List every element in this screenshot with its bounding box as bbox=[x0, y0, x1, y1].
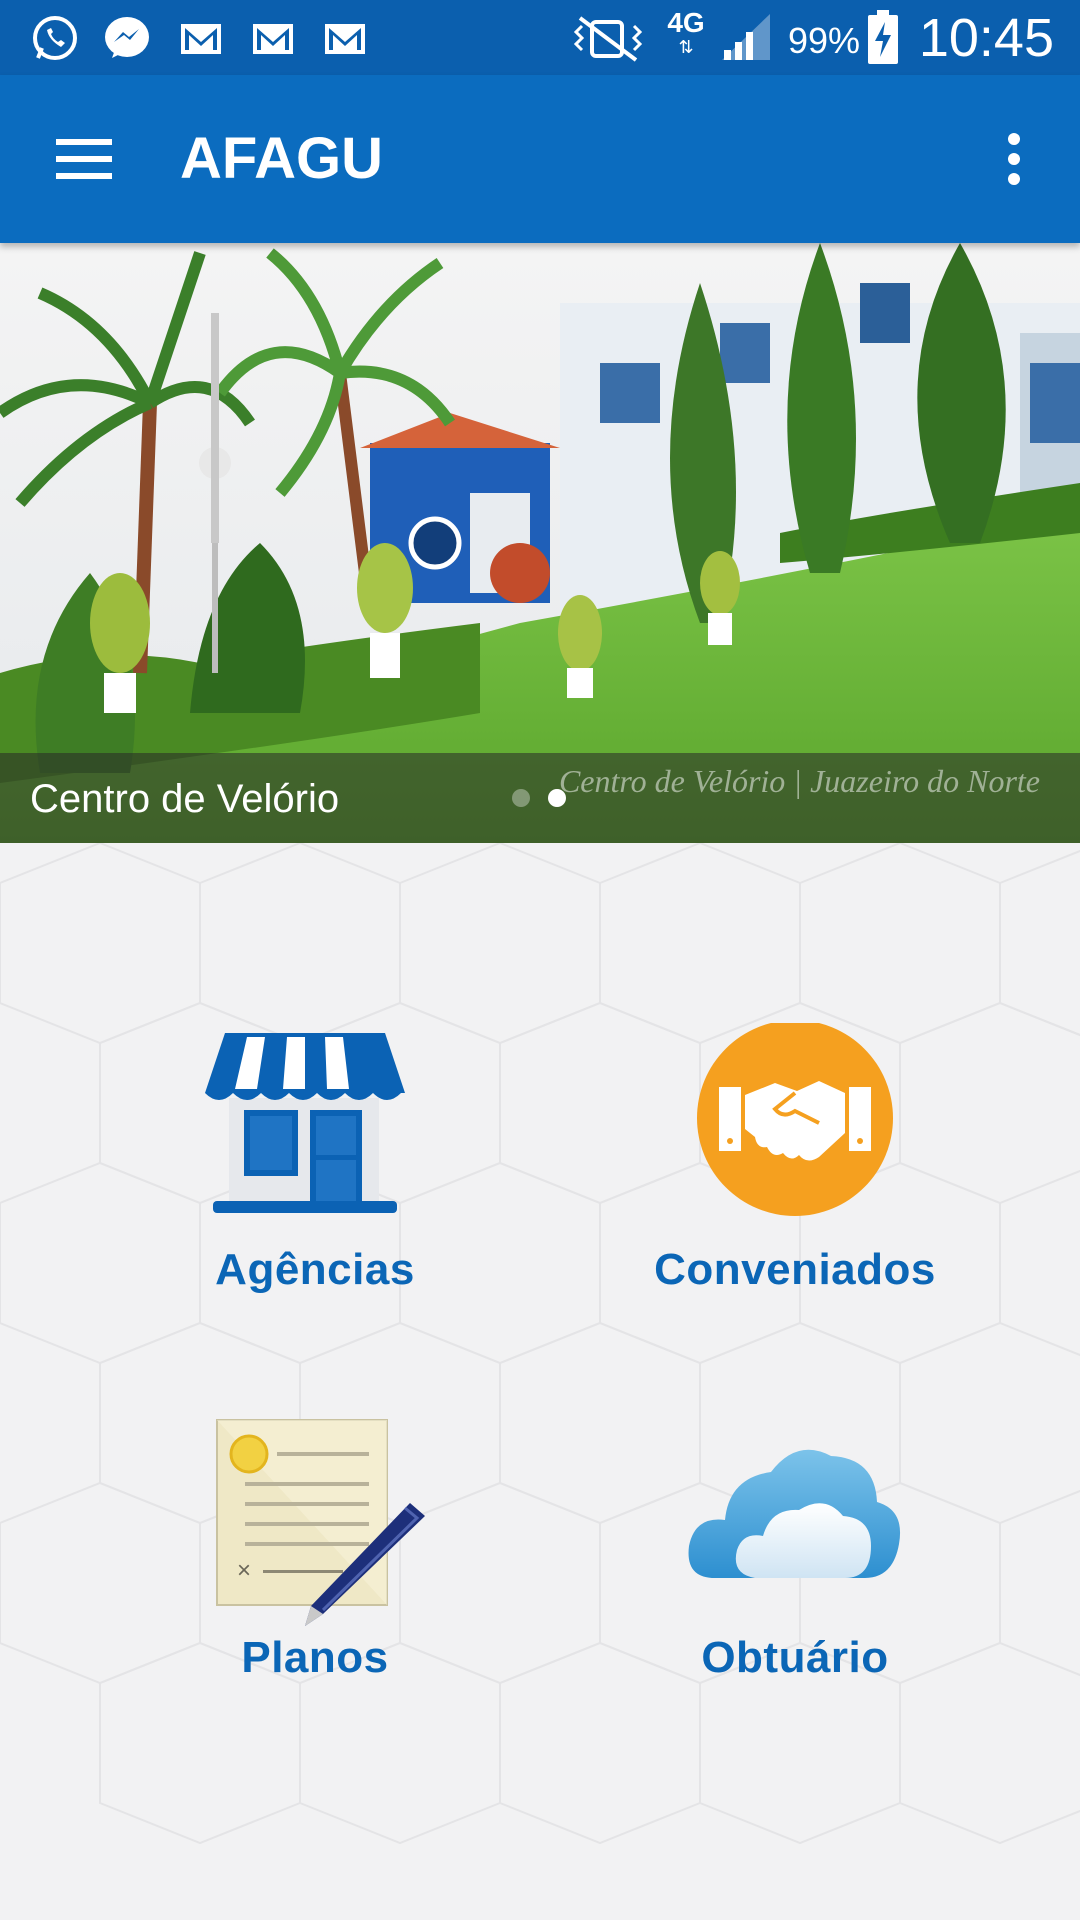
signal-icon bbox=[722, 14, 770, 60]
vibrate-icon bbox=[573, 16, 643, 62]
whatsapp-icon bbox=[33, 16, 77, 60]
banner-caption: Centro de Velório bbox=[30, 777, 340, 821]
app-bar: AFAGU bbox=[0, 75, 1080, 243]
menu-item-label: Conveniados bbox=[654, 1245, 936, 1294]
banner-caption-bar: Centro de Velório Centro de Velório | Ju… bbox=[0, 753, 1080, 843]
menu-grid: Agências Conveniados × Planos Obtuário bbox=[0, 843, 1080, 1920]
carousel-dot-1[interactable] bbox=[512, 789, 530, 807]
banner-watermark: Centro de Velório | Juazeiro do Norte bbox=[558, 763, 1040, 799]
cloud-icon bbox=[688, 1449, 901, 1578]
gmail-icon bbox=[181, 24, 221, 54]
more-vert-icon[interactable] bbox=[984, 123, 1044, 195]
hamburger-menu-icon[interactable] bbox=[40, 127, 126, 191]
image-carousel[interactable]: Centro de Velório Centro de Velório | Ju… bbox=[0, 243, 1080, 843]
document-pen-icon: × bbox=[216, 1419, 425, 1626]
battery-charging-icon bbox=[868, 10, 898, 64]
battery-percent: 99% bbox=[787, 20, 860, 61]
handshake-icon bbox=[697, 1023, 893, 1216]
menu-item-label: Obtuário bbox=[701, 1633, 889, 1682]
menu-item-label: Planos bbox=[241, 1633, 389, 1682]
hexagon-pattern-background bbox=[0, 843, 1080, 1845]
clock: 10:45 bbox=[918, 8, 1054, 68]
store-icon bbox=[205, 1033, 405, 1213]
gmail-icon bbox=[253, 24, 293, 54]
menu-item-planos[interactable]: × Planos bbox=[135, 1418, 495, 1718]
menu-item-obtuario[interactable]: Obtuário bbox=[615, 1418, 975, 1718]
gmail-icon bbox=[325, 24, 365, 54]
menu-item-label: Agências bbox=[215, 1245, 415, 1294]
network-4g-icon: 4G ⇅ bbox=[667, 7, 705, 57]
status-bar: 4G ⇅ 99% 10:45 bbox=[0, 0, 1080, 75]
svg-text:×: × bbox=[237, 1557, 251, 1584]
menu-item-conveniados[interactable]: Conveniados bbox=[615, 1023, 975, 1323]
messenger-icon bbox=[105, 17, 149, 58]
menu-item-agencias[interactable]: Agências bbox=[135, 1023, 495, 1323]
page-title: AFAGU bbox=[180, 126, 383, 191]
